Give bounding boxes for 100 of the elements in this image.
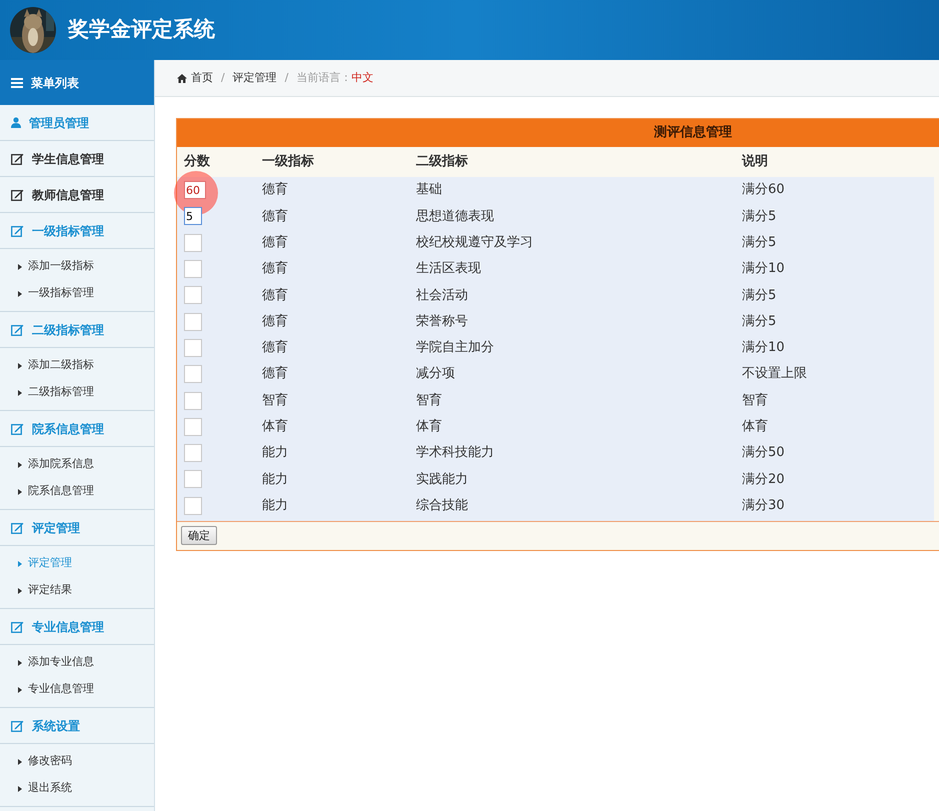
table-cell-text: 满分10 — [742, 260, 786, 278]
caret-icon — [18, 362, 22, 368]
home-link[interactable]: 首页 — [177, 70, 213, 86]
table-cell-text: 德育 — [262, 338, 289, 358]
sidebar-item[interactable]: 一级指标管理 — [0, 280, 154, 307]
score-field[interactable] — [184, 496, 202, 515]
table-cell-text: 能力 — [262, 444, 289, 462]
score-field[interactable] — [184, 234, 202, 252]
table-cell-text: 满分5 — [742, 234, 778, 252]
table-cell-text: 学院自主加分 — [416, 339, 495, 358]
edit-icon — [11, 188, 24, 200]
sidebar-item[interactable]: 专业信息管理 — [0, 676, 154, 703]
table-cell-text: 满分20 — [742, 470, 786, 489]
score-field[interactable] — [184, 338, 202, 357]
caret-icon — [18, 462, 22, 468]
table-cell-text: 思想道德表现 — [416, 208, 495, 226]
caret-icon — [18, 390, 22, 396]
table-cell-text: 体育 — [262, 418, 289, 436]
table-cell-text: 满分5 — [742, 208, 778, 226]
table-cell-text: 满分5 — [742, 286, 778, 305]
column-header: 说明 — [742, 153, 769, 172]
table-cell-text: 实践能力 — [416, 470, 469, 489]
sidebar-section[interactable]: 学生信息管理 — [0, 141, 154, 177]
score-field[interactable] — [184, 418, 202, 436]
breadcrumb-separator: / — [284, 70, 288, 86]
table-cell-text: 能力 — [262, 496, 289, 515]
table-cell-text: 体育 — [416, 418, 443, 436]
score-field[interactable] — [184, 260, 202, 278]
sidebar-item[interactable]: 添加二级指标 — [0, 352, 154, 379]
sidebar-item[interactable]: 院系信息管理 — [0, 478, 154, 505]
menu-icon — [11, 78, 23, 88]
table-cell-text: 满分50 — [742, 444, 786, 462]
table-cell-text: 智育 — [416, 392, 443, 410]
score-field[interactable]: 60 — [184, 181, 206, 200]
edit-icon — [11, 152, 24, 164]
table-cell-text: 德育 — [262, 208, 289, 226]
sidebar-item[interactable]: 修改密码 — [0, 748, 154, 775]
edit-icon — [11, 620, 24, 632]
column-header: 分数 — [182, 153, 211, 172]
score-field[interactable]: 5 — [184, 207, 202, 226]
table-cell-text: 满分10 — [742, 339, 786, 358]
table-cell-text: 德育 — [262, 234, 289, 252]
table-cell-text: 德育 — [262, 260, 289, 278]
caret-icon — [18, 758, 22, 764]
table-cell-text: 能力 — [262, 470, 289, 489]
app-title: 奖学金评定系统 — [68, 16, 215, 44]
score-field[interactable] — [184, 444, 202, 462]
caret-icon — [18, 264, 22, 270]
sidebar-item[interactable]: 二级指标管理 — [0, 379, 154, 406]
score-field[interactable] — [184, 365, 202, 384]
table-cell-text: 满分30 — [742, 496, 786, 515]
menu-title: 菜单列表 — [31, 74, 79, 92]
table-cell-text: 德育 — [262, 286, 289, 305]
edit-icon — [11, 720, 24, 732]
table-cell-text: 综合技能 — [416, 496, 469, 515]
table-cell-text: 减分项 — [416, 365, 456, 384]
table-cell-text: 德育 — [262, 312, 289, 331]
caret-icon — [18, 588, 22, 594]
caret-icon — [18, 290, 22, 296]
column-header: 二级指标 — [416, 153, 469, 172]
panel-title: 测评信息管理 — [654, 124, 732, 142]
table-cell-text: 不设置上限 — [742, 365, 808, 384]
caret-icon — [18, 786, 22, 792]
table-cell-text: 满分5 — [742, 312, 778, 331]
table-cell-text: 体育 — [742, 418, 769, 436]
edit-icon — [11, 422, 24, 434]
caret-icon — [18, 488, 22, 494]
score-field[interactable] — [184, 312, 202, 331]
table-cell-text: 德育 — [262, 180, 289, 200]
table-cell-text: 智育 — [262, 392, 289, 410]
user-icon — [11, 117, 21, 128]
score-field[interactable] — [184, 286, 202, 304]
score-field[interactable] — [184, 392, 202, 410]
breadcrumb-separator: / — [221, 70, 225, 86]
breadcrumb-link[interactable]: 评定管理 — [232, 70, 277, 86]
table-cell-text: 生活区表现 — [416, 260, 482, 278]
score-field[interactable] — [184, 470, 202, 488]
language-indicator: 当前语言：中文 — [296, 70, 374, 86]
sidebar-item[interactable]: 评定结果 — [0, 577, 154, 604]
table-cell-text: 满分60 — [742, 181, 786, 200]
caret-icon — [18, 560, 22, 566]
table-cell-text: 基础 — [416, 181, 443, 200]
edit-icon — [11, 324, 24, 336]
caret-icon — [18, 686, 22, 692]
home-icon — [177, 74, 187, 82]
sidebar-item[interactable]: 添加专业信息 — [0, 649, 154, 676]
table-cell-text: 德育 — [262, 364, 289, 384]
sidebar-section[interactable]: 教师信息管理 — [0, 177, 154, 213]
table-cell-text: 社会活动 — [416, 286, 469, 305]
column-header: 一级指标 — [262, 153, 315, 172]
sidebar-item[interactable]: 退出系统 — [0, 775, 154, 802]
table-cell-text: 荣誉称号 — [416, 312, 469, 331]
table-cell-text: 智育 — [742, 392, 769, 410]
caret-icon — [18, 660, 22, 666]
confirm-button[interactable]: 确定 — [181, 526, 217, 546]
sidebar-item[interactable]: 添加院系信息 — [0, 451, 154, 478]
edit-icon — [11, 522, 24, 534]
table-cell-text: 学术科技能力 — [416, 444, 495, 462]
edit-icon — [11, 224, 24, 236]
sidebar-item[interactable]: 添加一级指标 — [0, 253, 154, 280]
